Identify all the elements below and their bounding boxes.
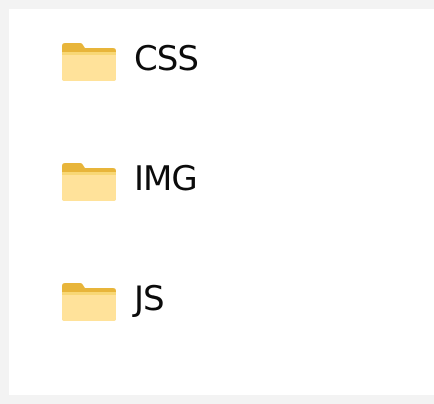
folder-label: IMG — [134, 159, 198, 199]
folder-label: JS — [134, 279, 165, 319]
folder-item-img[interactable]: IMG — [9, 147, 309, 207]
folder-item-css[interactable]: CSS — [9, 27, 309, 87]
folder-icon — [62, 283, 116, 321]
folder-item-js[interactable]: JS — [9, 267, 309, 327]
folder-label: CSS — [134, 39, 199, 79]
file-list: CSS IMG JS — [9, 9, 434, 395]
folder-icon — [62, 163, 116, 201]
folder-icon — [62, 43, 116, 81]
